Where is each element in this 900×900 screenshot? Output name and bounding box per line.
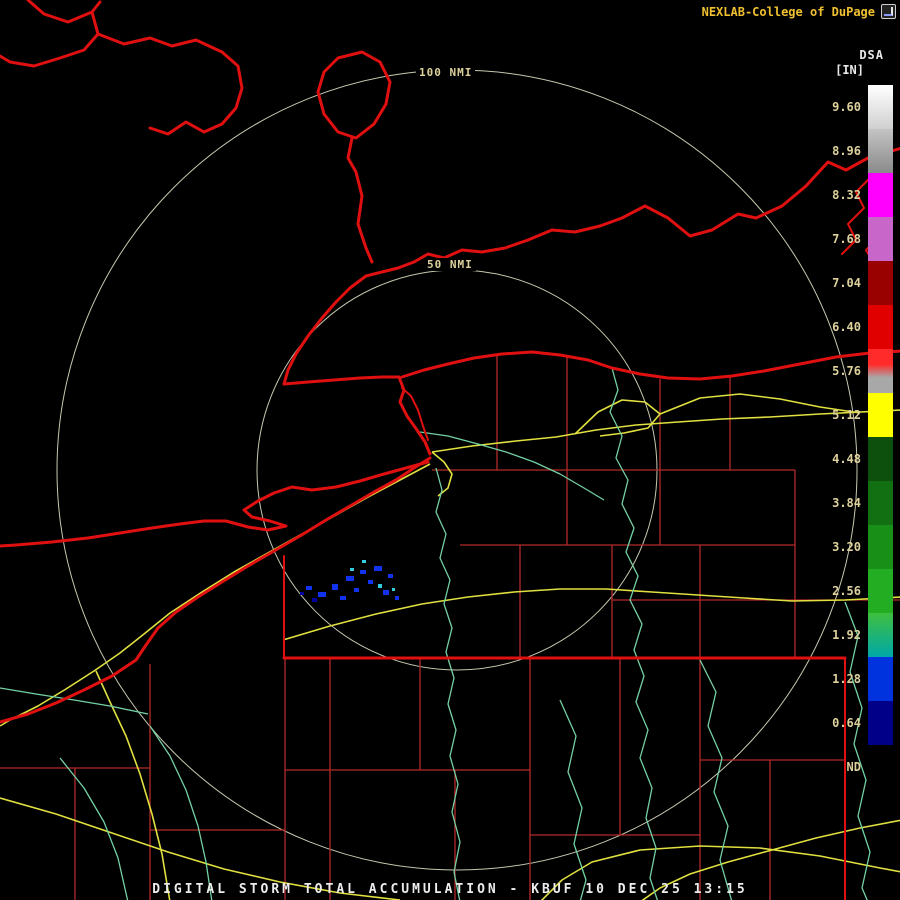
colorbar-row: 8.96 (809, 129, 893, 173)
river-se-1 (699, 659, 733, 900)
inner-ring-label: 50 NMI (424, 258, 476, 271)
scale-label: 8.32 (832, 188, 861, 202)
scale-swatch (868, 437, 893, 481)
scale-swatch (868, 657, 893, 701)
radar-map (0, 0, 900, 900)
georgian-bay (0, 0, 102, 68)
scale-label: 1.28 (832, 672, 861, 686)
colorbar-row: 4.48 (809, 437, 893, 481)
colorbar-row: 1.28 (809, 657, 893, 701)
colorbar-row: 7.68 (809, 217, 893, 261)
scale-label: 9.60 (832, 100, 861, 114)
scale-swatch (868, 261, 893, 305)
scale-label: 8.96 (832, 144, 861, 158)
rivers (0, 367, 871, 900)
colorbar-row: 5.76 (809, 349, 893, 393)
scale-label: 3.84 (832, 496, 861, 510)
scale-swatch (868, 305, 893, 349)
scale-label: 2.56 (832, 584, 861, 598)
scale-swatch (868, 569, 893, 613)
colorbar-row: 8.32 (809, 173, 893, 217)
product-name: DSA (859, 48, 884, 62)
scale-swatch (868, 349, 893, 393)
colorbar-row: 5.12 (809, 393, 893, 437)
colorbar-row: 2.56 (809, 569, 893, 613)
scale-swatch (868, 173, 893, 217)
scale-label: 1.92 (832, 628, 861, 642)
colorbar-row: 7.04 (809, 261, 893, 305)
river-mid (559, 699, 587, 900)
river-west-1 (0, 687, 213, 900)
scale-label: 0.64 (832, 716, 861, 730)
precip-echoes (300, 560, 399, 602)
attribution: NEXLAB-College of DuPage (702, 4, 896, 19)
river-buffalo-creek (435, 467, 461, 900)
scale-swatch (868, 393, 893, 437)
lake-erie-canadian-shore (0, 460, 430, 548)
colorbar-row: 3.20 (809, 525, 893, 569)
scale-swatch (868, 701, 893, 745)
product-units: [IN] (835, 63, 864, 77)
colorbar-row: ND (809, 745, 893, 789)
scale-label: 6.40 (832, 320, 861, 334)
colorbar-row: 0.64 (809, 701, 893, 745)
cod-logo-icon (881, 4, 896, 19)
colorbar-row: 9.60 (809, 85, 893, 129)
highway-loop (574, 399, 661, 437)
scale-swatch (868, 745, 893, 789)
scale-swatch (868, 613, 893, 657)
colorbar: 9.60 8.96 8.32 7.68 7.04 6.40 5.76 5.12 4.48 3.84… (809, 85, 893, 789)
scale-label: 5.76 (832, 364, 861, 378)
scale-label: 7.04 (832, 276, 861, 290)
outer-ring-label: 100 NMI (416, 66, 476, 79)
scale-swatch (868, 217, 893, 261)
river-west-2 (59, 757, 129, 900)
scale-label: ND (846, 760, 861, 774)
scale-swatch (868, 525, 893, 569)
scale-label: 5.12 (832, 408, 861, 422)
attribution-text: NEXLAB-College of DuPage (701, 4, 875, 19)
scale-swatch (868, 85, 893, 129)
colorbar-row: 6.40 (809, 305, 893, 349)
scale-swatch (868, 481, 893, 525)
scale-swatch (868, 129, 893, 173)
radar-display: 100 NMI 50 NMI NEXLAB-College of DuPage … (0, 0, 900, 900)
lake-ontario-north-shore (282, 147, 900, 386)
lake-ontario-south-shore-west (282, 375, 401, 386)
highway-southern-tier (282, 588, 900, 641)
highway-thruway-west (0, 463, 431, 727)
scale-label: 7.68 (832, 232, 861, 246)
colorbar-row: 1.92 (809, 613, 893, 657)
scale-label: 4.48 (832, 452, 861, 466)
product-caption: DIGITAL STORM TOTAL ACCUMULATION - KBUF … (152, 882, 748, 897)
lake-erie-us-shore (0, 456, 432, 724)
colorbar-row: 3.84 (809, 481, 893, 525)
scale-label: 3.20 (832, 540, 861, 554)
ontario-shore-squiggle (96, 32, 244, 136)
